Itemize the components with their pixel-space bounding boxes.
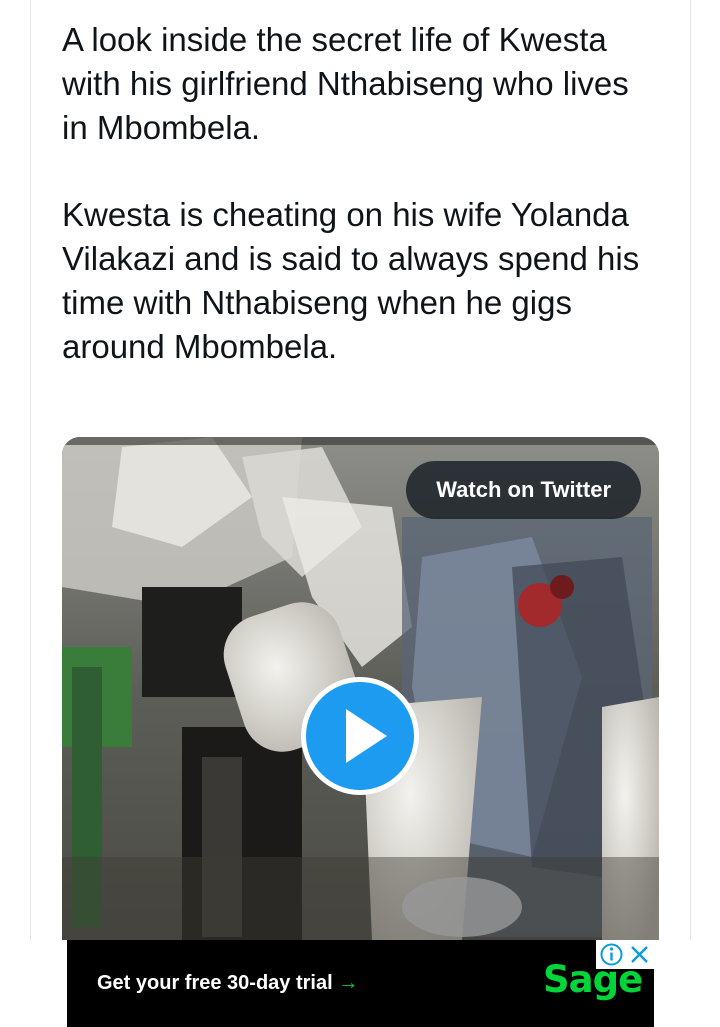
play-icon [301, 677, 419, 795]
info-icon[interactable] [599, 942, 624, 967]
tweet-paragraph-2: Kwesta is cheating on his wife Yolanda V… [62, 196, 640, 365]
close-icon[interactable] [627, 942, 652, 967]
tweet-body: A look inside the secret life of Kwesta … [62, 18, 662, 369]
sponsored-banner[interactable]: Get your free 30-day trial → Sage [67, 940, 654, 1027]
tweet-embed-page: A look inside the secret life of Kwesta … [0, 0, 720, 1027]
ad-cta-label: Get your free 30-day trial [97, 972, 333, 994]
ad-choices[interactable] [596, 940, 654, 969]
embed-right-border [690, 0, 691, 940]
arrow-right-icon: → [338, 972, 359, 994]
watch-on-twitter-button[interactable]: Watch on Twitter [406, 461, 641, 519]
tweet-paragraph-1: A look inside the secret life of Kwesta … [62, 21, 629, 146]
embed-left-border [30, 0, 31, 940]
play-button[interactable] [299, 675, 421, 797]
ad-cta[interactable]: Get your free 30-day trial → [97, 972, 358, 995]
video-player[interactable]: Watch on Twitter [62, 437, 659, 940]
